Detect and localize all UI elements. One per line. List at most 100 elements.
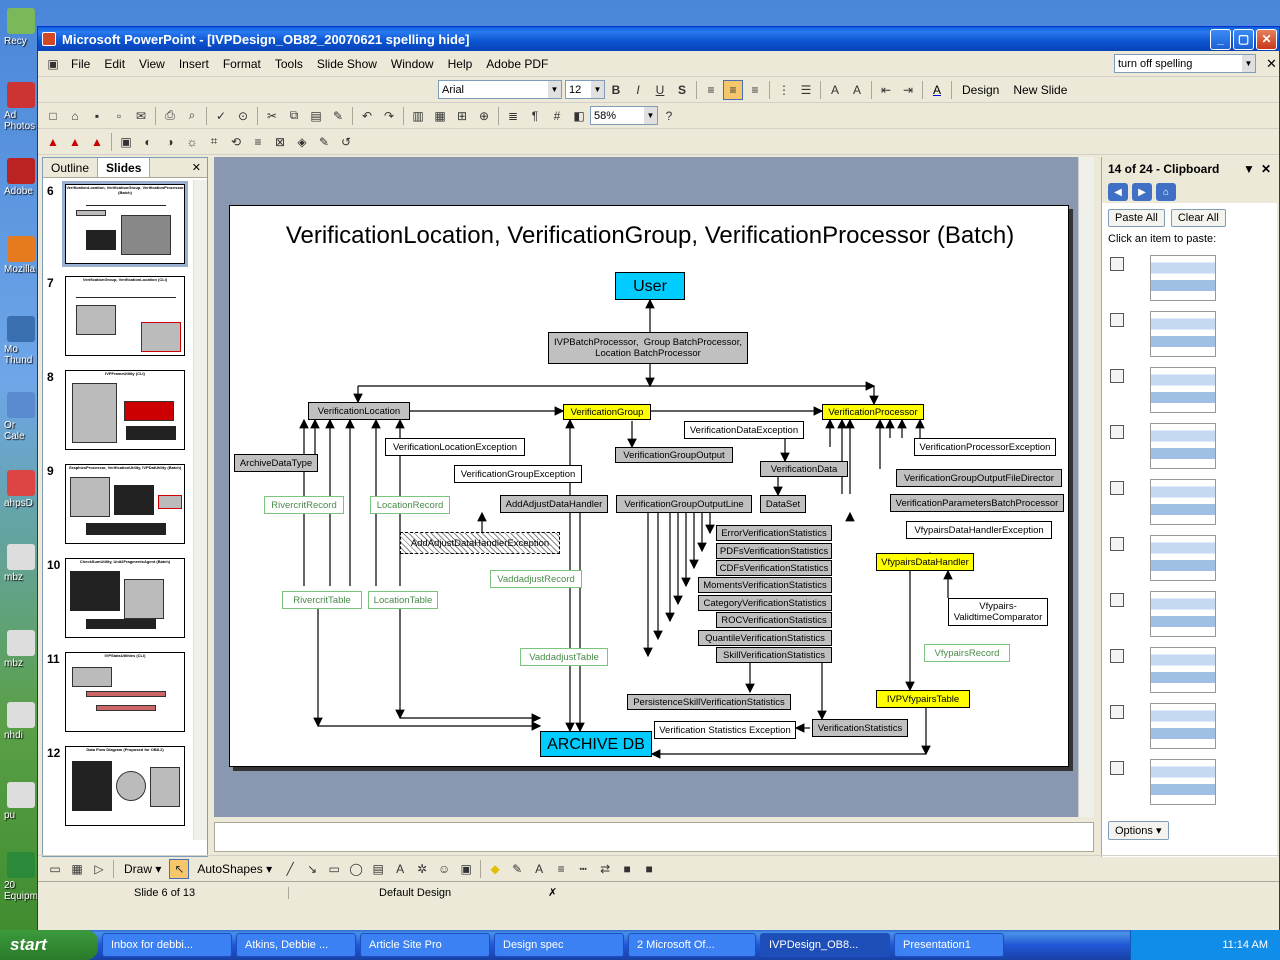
clipboard-item[interactable] bbox=[1110, 311, 1260, 361]
print-preview-icon[interactable]: ⌕ bbox=[182, 106, 202, 126]
cut-icon[interactable]: ✂ bbox=[262, 106, 282, 126]
clipart-icon[interactable]: ☺ bbox=[434, 859, 454, 879]
clipboard-item[interactable] bbox=[1110, 759, 1260, 809]
line-style-icon[interactable]: ≡ bbox=[248, 132, 268, 152]
diagram-box-riv-table[interactable]: RivercritTable bbox=[282, 591, 362, 609]
open-icon[interactable]: ⌂ bbox=[65, 106, 85, 126]
email-icon[interactable]: ✉ bbox=[131, 106, 151, 126]
notes-pane[interactable] bbox=[214, 822, 1094, 852]
slideshow-view-icon[interactable]: ▷ bbox=[89, 859, 109, 879]
clipboard-item[interactable] bbox=[1110, 591, 1260, 641]
diagram-box-vloc[interactable]: VerificationLocation bbox=[308, 402, 410, 420]
diagram-box-roc-stats[interactable]: ROCVerificationStatistics bbox=[716, 612, 832, 628]
home-icon[interactable]: ⌂ bbox=[1156, 183, 1176, 201]
undo-icon[interactable]: ↶ bbox=[357, 106, 377, 126]
crop-icon[interactable]: ⌗ bbox=[204, 132, 224, 152]
compress-icon[interactable]: ⊠ bbox=[270, 132, 290, 152]
taskbar-item-microsoft-office[interactable]: 2 Microsoft Of... bbox=[628, 933, 756, 957]
diagram-icon[interactable]: ✲ bbox=[412, 859, 432, 879]
forward-arrow-icon[interactable]: ▶ bbox=[1132, 183, 1152, 201]
paste-icon[interactable]: ▤ bbox=[306, 106, 326, 126]
align-right-icon[interactable]: ≡ bbox=[745, 80, 765, 100]
menu-window[interactable]: Window bbox=[384, 55, 441, 73]
close-document-icon[interactable]: ✕ bbox=[1266, 56, 1277, 72]
diagram-box-dataset[interactable]: DataSet bbox=[760, 495, 806, 513]
diagram-box-vadd-rec[interactable]: VaddadjustRecord bbox=[490, 570, 582, 588]
redo-icon[interactable]: ↷ bbox=[379, 106, 399, 126]
wordart-icon[interactable]: A bbox=[390, 859, 410, 879]
close-button[interactable]: ✕ bbox=[1256, 28, 1277, 50]
diagram-box-aa-exc[interactable]: AddAdjustDataHandlerException bbox=[400, 532, 560, 554]
insert-picture-icon[interactable]: ▣ bbox=[456, 859, 476, 879]
diagram-box-vgroup-out[interactable]: VerificationGroupOutput bbox=[615, 447, 733, 463]
numbering-icon[interactable]: ⋮ bbox=[774, 80, 794, 100]
menu-slide-show[interactable]: Slide Show bbox=[310, 55, 384, 73]
help-icon[interactable]: ? bbox=[659, 106, 679, 126]
3d-style-icon[interactable]: ■ bbox=[639, 859, 659, 879]
underline-button[interactable]: U bbox=[650, 80, 670, 100]
clipboard-item[interactable] bbox=[1110, 535, 1260, 585]
spelling-icon[interactable]: ✓ bbox=[211, 106, 231, 126]
diagram-box-cdf-stats[interactable]: CDFsVerificationStatistics bbox=[716, 560, 832, 576]
select-objects-icon[interactable]: ↖ bbox=[169, 858, 190, 879]
desktop-icon-mbz2[interactable]: mbz bbox=[4, 630, 38, 669]
rotate-icon[interactable]: ⟲ bbox=[226, 132, 246, 152]
tab-outline[interactable]: Outline bbox=[43, 158, 99, 177]
help-question-box[interactable]: turn off spelling ▼ bbox=[1114, 54, 1256, 73]
maximize-button[interactable]: ▢ bbox=[1233, 28, 1254, 50]
formatting-marks-icon[interactable]: ¶ bbox=[525, 106, 545, 126]
zoom-combo[interactable]: 58% ▼ bbox=[590, 106, 658, 125]
options-button[interactable]: Options ▾ bbox=[1108, 821, 1169, 840]
taskbar-item-article-site[interactable]: Article Site Pro bbox=[360, 933, 490, 957]
align-center-icon[interactable]: ≡ bbox=[723, 79, 743, 100]
permission-icon[interactable]: ▫ bbox=[109, 106, 129, 126]
shadow-button[interactable]: S bbox=[672, 80, 692, 100]
clipboard-item[interactable] bbox=[1110, 255, 1260, 305]
format-picture-icon[interactable]: ◈ bbox=[292, 132, 312, 152]
chevron-down-icon[interactable]: ▼ bbox=[591, 81, 604, 98]
clipboard-item[interactable] bbox=[1110, 703, 1260, 753]
diagram-box-skill-stats[interactable]: SkillVerificationStatistics bbox=[716, 647, 832, 663]
bold-button[interactable]: B bbox=[606, 80, 626, 100]
start-button[interactable]: start bbox=[0, 930, 98, 960]
back-arrow-icon[interactable]: ◀ bbox=[1108, 183, 1128, 201]
pdf-email-icon[interactable]: ▲ bbox=[65, 132, 85, 152]
desktop-icon-adobe[interactable]: Adobe bbox=[4, 158, 38, 197]
taskbar-item-presentation1[interactable]: Presentation1 bbox=[894, 933, 1004, 957]
color-grayscale-icon[interactable]: ◧ bbox=[569, 106, 589, 126]
menu-view[interactable]: View bbox=[132, 55, 172, 73]
diagram-box-vloc-exc[interactable]: VerificationLocationException bbox=[385, 438, 525, 456]
desktop-icon-calendar[interactable]: Or Cale bbox=[4, 392, 38, 442]
draw-menu[interactable]: Draw ▾ bbox=[117, 860, 168, 878]
chevron-down-icon[interactable]: ▼ bbox=[1243, 162, 1255, 176]
diagram-box-vfy-rec[interactable]: VfypairsRecord bbox=[924, 644, 1010, 662]
chevron-down-icon[interactable]: ▼ bbox=[644, 107, 657, 124]
tab-slides[interactable]: Slides bbox=[98, 158, 151, 177]
italic-button[interactable]: I bbox=[628, 80, 648, 100]
slide-vertical-scrollbar[interactable] bbox=[1078, 157, 1094, 817]
menu-adobe-pdf[interactable]: Adobe PDF bbox=[479, 55, 555, 73]
diagram-box-cat-stats[interactable]: CategoryVerificationStatistics bbox=[698, 595, 832, 611]
normal-view-icon[interactable]: ▭ bbox=[45, 859, 65, 879]
transparent-icon[interactable]: ✎ bbox=[314, 132, 334, 152]
increase-indent-icon[interactable]: ⇥ bbox=[898, 80, 918, 100]
slide-thumbnail-12[interactable]: 12 Data Flow Diagram (Proposed for OB8.2… bbox=[43, 746, 193, 830]
diagram-box-archive-type[interactable]: ArchiveDataType bbox=[234, 454, 318, 472]
brightness-icon[interactable]: ☼ bbox=[182, 132, 202, 152]
arrow-style-icon[interactable]: ⇄ bbox=[595, 859, 615, 879]
hyperlink-icon[interactable]: ⊕ bbox=[474, 106, 494, 126]
diagram-box-batch[interactable]: IVPBatchProcessor, Group BatchProcessor,… bbox=[548, 332, 748, 364]
diagram-box-add-adjust[interactable]: AddAdjustDataHandler bbox=[500, 495, 608, 513]
diagram-box-rivercrit-rec[interactable]: RivercritRecord bbox=[264, 496, 344, 514]
diagram-box-archive[interactable]: ARCHIVE DB bbox=[540, 731, 652, 757]
line-style-draw-icon[interactable]: ≡ bbox=[551, 859, 571, 879]
arrow-icon[interactable]: ↘ bbox=[302, 859, 322, 879]
line-icon[interactable]: ╱ bbox=[280, 859, 300, 879]
diagram-box-vfy-handler[interactable]: VfypairsDataHandler bbox=[876, 553, 974, 571]
decrease-font-icon[interactable]: A bbox=[847, 80, 867, 100]
diagram-box-vstats[interactable]: VerificationStatistics bbox=[812, 719, 908, 737]
diagram-box-mom-stats[interactable]: MomentsVerificationStatistics bbox=[698, 577, 832, 593]
chevron-down-icon[interactable]: ▼ bbox=[548, 81, 561, 98]
color-icon[interactable]: ◐ bbox=[138, 132, 158, 152]
research-icon[interactable]: ⊙ bbox=[233, 106, 253, 126]
